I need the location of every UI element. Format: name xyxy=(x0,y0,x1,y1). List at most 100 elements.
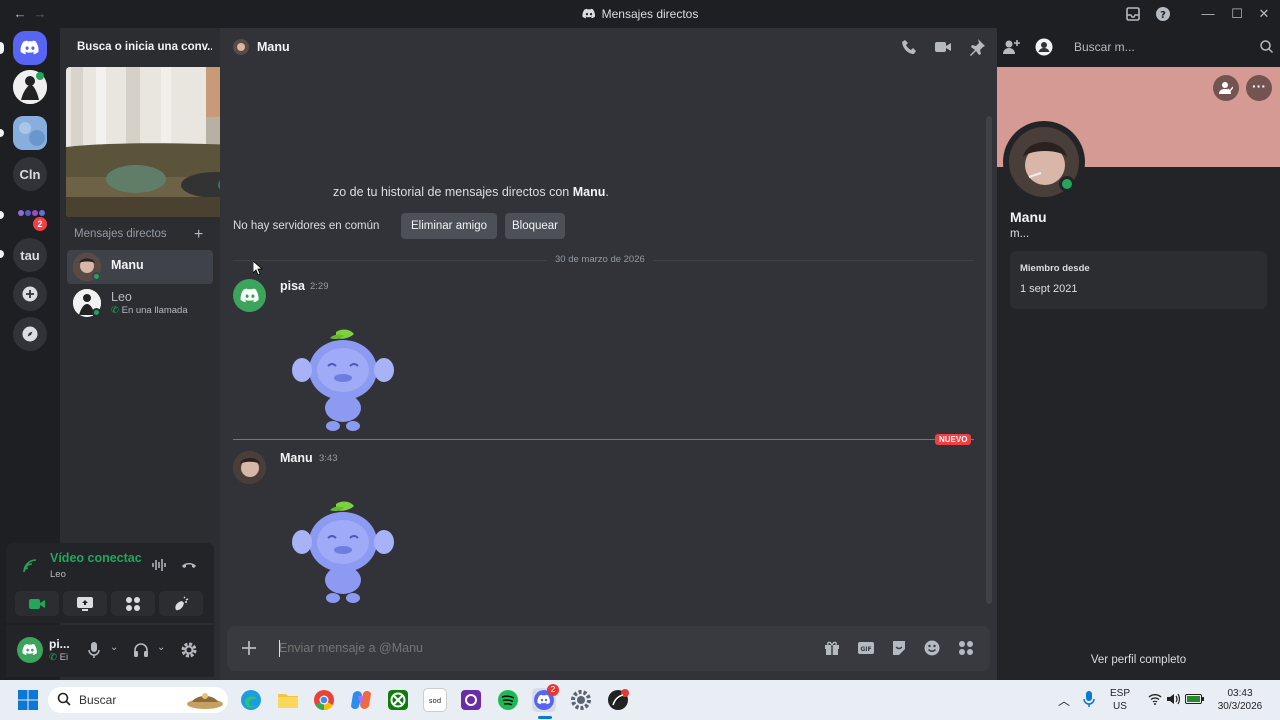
os-taskbar: Buscar sod 2 ︿ ESP US 03:43 30/3/2026 xyxy=(0,680,1280,720)
message-author[interactable]: pisa xyxy=(280,279,305,293)
message-input[interactable] xyxy=(279,636,799,660)
soundboard-button[interactable] xyxy=(159,591,203,616)
chrome-icon[interactable] xyxy=(312,688,336,712)
voice-status[interactable]: Vídeo conectac xyxy=(50,551,142,565)
spotify-icon[interactable] xyxy=(496,688,520,712)
server-tau-label: tau xyxy=(20,247,40,263)
message-author[interactable]: Manu xyxy=(280,451,313,465)
view-full-profile-link[interactable]: Ver perfil completo xyxy=(997,654,1280,666)
active-app-indicator xyxy=(538,716,552,719)
volume-icon[interactable] xyxy=(1166,693,1180,705)
voice-call-icon[interactable] xyxy=(901,38,919,56)
window-title-text: Mensajes directos xyxy=(601,7,699,21)
search-icon xyxy=(57,692,71,706)
dm-item-status-text: En una llamada xyxy=(121,305,188,316)
server-cln[interactable]: Cln xyxy=(13,157,47,191)
phone-call-icon: ✆ xyxy=(49,652,57,663)
home-dm-button[interactable] xyxy=(13,31,47,65)
file-explorer-icon[interactable] xyxy=(276,688,300,712)
minimize-icon[interactable]: — xyxy=(1200,6,1216,22)
tray-chevron-up-icon[interactable]: ︿ xyxy=(1058,692,1070,709)
upload-plus-icon[interactable] xyxy=(241,640,257,656)
friend-status-icon[interactable] xyxy=(1213,75,1239,101)
headphones-icon[interactable] xyxy=(133,642,149,658)
scrollbar[interactable] xyxy=(986,116,992,604)
user-avatar[interactable] xyxy=(17,637,43,663)
message-avatar[interactable] xyxy=(233,451,266,484)
message-avatar[interactable] xyxy=(233,279,266,312)
settings-app-icon[interactable] xyxy=(569,688,593,712)
edge-browser-icon[interactable] xyxy=(239,688,263,712)
discord-taskbar-icon[interactable]: 2 xyxy=(532,684,559,712)
member-since-date: 1 sept 2021 xyxy=(1020,283,1078,295)
clock[interactable]: 03:43 30/3/2026 xyxy=(1212,687,1268,713)
close-icon[interactable]: ✕ xyxy=(1256,6,1272,22)
search-input[interactable]: Buscar m... xyxy=(1066,35,1280,59)
microphone-icon[interactable] xyxy=(88,642,100,658)
app-purple-icon[interactable] xyxy=(459,688,483,712)
wumpus-sticker xyxy=(290,328,396,432)
activities-button[interactable] xyxy=(111,591,155,616)
user-status: ✆ Ei xyxy=(49,652,68,663)
battery-icon[interactable] xyxy=(1185,692,1205,706)
mouse-cursor-icon xyxy=(253,261,263,275)
discord-logo-icon xyxy=(582,7,596,21)
keyboard-language[interactable]: ESP US xyxy=(1110,687,1130,713)
window-title: Mensajes directos xyxy=(0,7,1280,21)
sticker-icon[interactable] xyxy=(891,640,907,656)
help-icon[interactable]: ? xyxy=(1155,6,1171,22)
explore-compass-button[interactable] xyxy=(13,317,47,351)
dm-item-manu[interactable]: Manu xyxy=(67,250,213,284)
unread-indicator xyxy=(0,211,4,219)
add-server-button[interactable] xyxy=(13,277,47,311)
camera-button[interactable] xyxy=(15,591,59,616)
apps-icon[interactable] xyxy=(958,640,974,656)
tray-microphone-icon[interactable] xyxy=(1083,691,1095,707)
app-sod-icon[interactable]: sod xyxy=(423,688,447,712)
server-folder[interactable]: 2 xyxy=(13,198,47,232)
title-bar: ← → Mensajes directos ? — ☐ ✕ xyxy=(0,0,1280,28)
settings-gear-icon[interactable] xyxy=(180,641,198,659)
pinned-messages-icon[interactable] xyxy=(968,38,986,56)
block-button[interactable]: Bloquear xyxy=(505,213,565,239)
server-avatar-2[interactable] xyxy=(13,116,47,150)
app-dark-icon[interactable] xyxy=(606,688,630,712)
mutual-servers-label: No hay servidores en común xyxy=(233,220,380,232)
taskbar-search[interactable]: Buscar xyxy=(48,687,228,713)
copilot-icon[interactable] xyxy=(349,688,373,712)
gif-icon[interactable]: GIF xyxy=(858,640,874,656)
more-options-icon[interactable]: ··· xyxy=(1246,75,1272,101)
profile-username: m... xyxy=(1010,228,1030,240)
dm-section-title: Mensajes directos xyxy=(74,228,167,240)
remove-friend-button[interactable]: Eliminar amigo xyxy=(401,213,497,239)
server-avatar-1[interactable] xyxy=(13,70,47,104)
online-status-dot xyxy=(1059,176,1075,192)
disconnect-icon[interactable] xyxy=(181,557,197,573)
voice-channel[interactable]: Leo xyxy=(50,569,66,580)
chat-header: Manu xyxy=(220,28,1020,66)
dm-item-status: ✆ En una llamada xyxy=(111,305,188,316)
server-tau[interactable]: tau xyxy=(13,238,47,272)
screen-share-button[interactable] xyxy=(63,591,107,616)
maximize-icon[interactable]: ☐ xyxy=(1229,6,1245,22)
user-status-text: Ei xyxy=(59,652,69,663)
xbox-icon[interactable] xyxy=(386,688,410,712)
noise-suppression-icon[interactable] xyxy=(151,557,167,573)
online-status-dot xyxy=(92,272,101,281)
server-badge: 2 xyxy=(33,217,47,231)
date-divider: 30 de marzo de 2026 xyxy=(547,254,653,265)
inbox-icon[interactable] xyxy=(1125,6,1141,22)
gift-icon[interactable] xyxy=(824,640,840,656)
clock-time: 03:43 xyxy=(1227,688,1253,699)
video-call-icon[interactable] xyxy=(934,38,952,56)
wifi-icon[interactable] xyxy=(1148,693,1162,705)
emoji-icon[interactable] xyxy=(924,640,940,656)
user-profile-toggle-icon[interactable] xyxy=(1035,38,1053,56)
mic-options-chevron-icon[interactable]: ⌄ xyxy=(110,642,118,653)
dm-item-leo[interactable]: Leo ✆ En una llamada xyxy=(67,286,213,320)
add-friends-icon[interactable] xyxy=(1002,38,1020,56)
create-dm-plus-icon[interactable]: + xyxy=(194,226,203,244)
audio-options-chevron-icon[interactable]: ⌄ xyxy=(157,642,165,653)
dm-search-button[interactable]: Busca o inicia una conv... xyxy=(68,37,212,57)
windows-start-icon[interactable] xyxy=(16,688,40,712)
